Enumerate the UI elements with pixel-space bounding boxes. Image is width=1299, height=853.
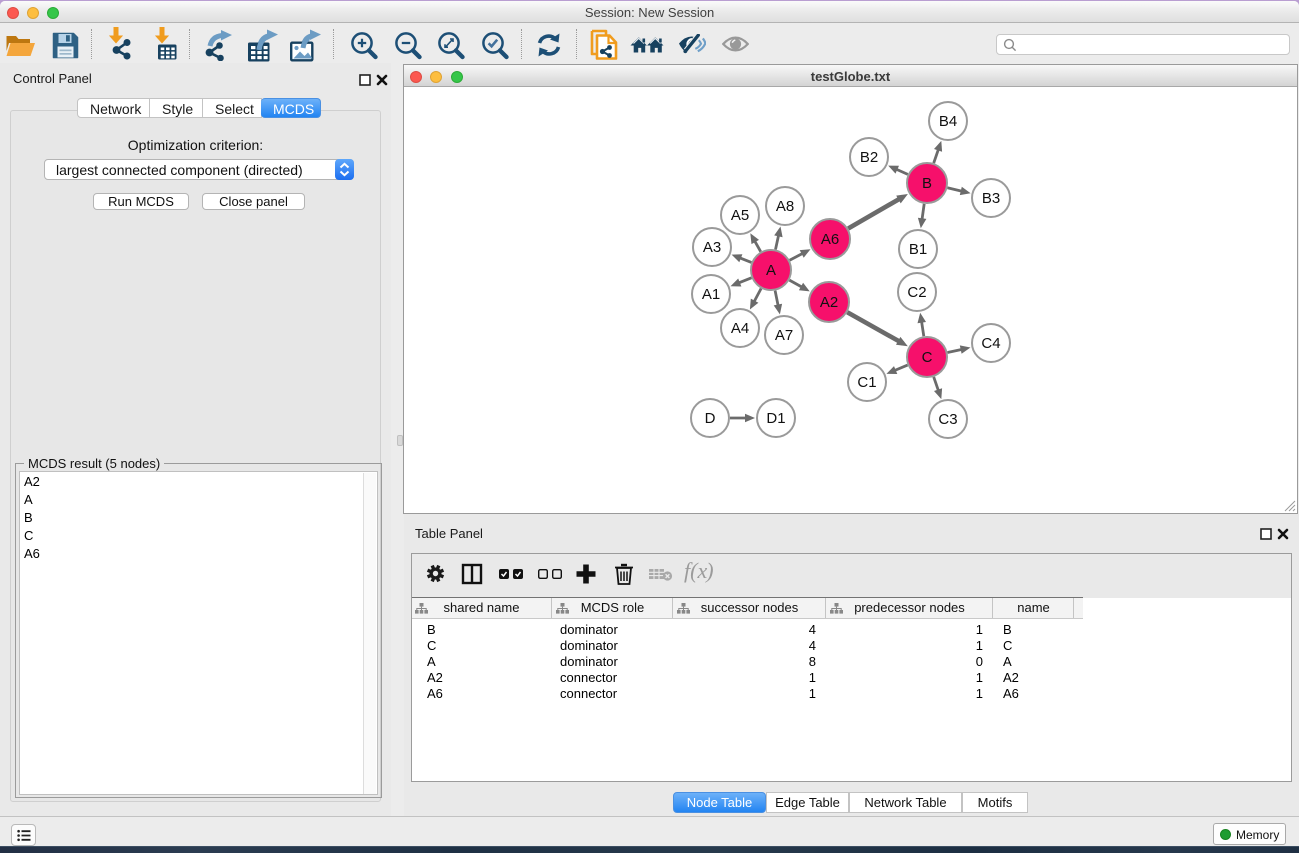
svg-text:B4: B4 <box>939 113 957 130</box>
svg-text:A6: A6 <box>821 231 839 248</box>
svg-text:C3: C3 <box>938 411 957 428</box>
svg-text:C1: C1 <box>857 374 876 391</box>
svg-text:A3: A3 <box>703 239 721 256</box>
svg-text:A5: A5 <box>731 207 749 224</box>
svg-text:A2: A2 <box>820 294 838 311</box>
svg-text:A7: A7 <box>775 327 793 344</box>
svg-text:A4: A4 <box>731 320 749 337</box>
svg-text:A8: A8 <box>776 198 794 215</box>
svg-text:A: A <box>766 262 776 279</box>
svg-text:B3: B3 <box>982 190 1000 207</box>
svg-text:C4: C4 <box>981 335 1000 352</box>
svg-text:D: D <box>705 410 716 427</box>
svg-text:C: C <box>922 349 933 366</box>
svg-text:C2: C2 <box>907 284 926 301</box>
svg-text:A1: A1 <box>702 286 720 303</box>
svg-text:B: B <box>922 175 932 192</box>
svg-text:D1: D1 <box>766 410 785 427</box>
svg-text:B1: B1 <box>909 241 927 258</box>
svg-text:B2: B2 <box>860 149 878 166</box>
